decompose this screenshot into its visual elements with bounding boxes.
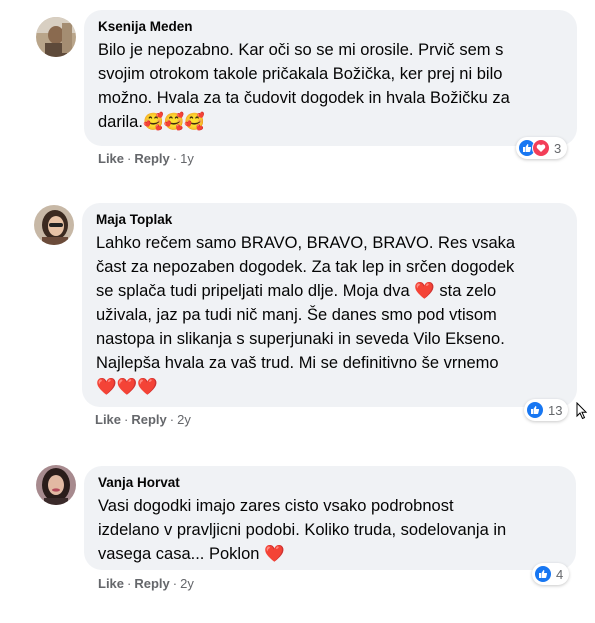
reply-button[interactable]: Reply xyxy=(134,151,169,166)
timestamp[interactable]: 1y xyxy=(180,151,194,166)
like-button[interactable]: Like xyxy=(98,151,124,166)
separator: · xyxy=(172,576,178,591)
love-icon xyxy=(532,139,550,157)
avatar[interactable] xyxy=(34,205,74,245)
reaction-count: 4 xyxy=(556,566,564,582)
reaction-count: 3 xyxy=(554,140,562,156)
mouse-cursor-icon xyxy=(576,401,588,425)
reaction-count: 13 xyxy=(548,402,563,418)
comment-author[interactable]: Maja Toplak xyxy=(96,211,563,229)
avatar[interactable] xyxy=(36,465,76,505)
like-button[interactable]: Like xyxy=(98,576,124,591)
timestamp[interactable]: 2y xyxy=(177,412,191,427)
reaction-summary[interactable]: 3 xyxy=(516,137,568,159)
comment-bubble: Ksenija Meden Bilo je nepozabno. Kar oči… xyxy=(84,10,577,146)
comment-author[interactable]: Ksenija Meden xyxy=(98,18,563,36)
separator: · xyxy=(124,412,129,427)
comment-text: Vasi dogodki imajo zares cisto vsako pod… xyxy=(98,497,507,563)
comment-author[interactable]: Vanja Horvat xyxy=(98,474,562,492)
separator: · xyxy=(169,412,175,427)
reply-button[interactable]: Reply xyxy=(134,576,169,591)
comment-bubble: Maja Toplak Lahko rečem samo BRAVO, BRAV… xyxy=(82,203,577,407)
reaction-summary[interactable]: 4 xyxy=(532,563,570,585)
comment-bubble: Vanja Horvat Vasi dogodki imajo zares ci… xyxy=(84,466,576,570)
comment-actions: Like · Reply · 2y xyxy=(98,576,194,592)
reaction-summary[interactable]: 13 xyxy=(524,399,569,421)
comment-actions: Like · Reply · 2y xyxy=(95,412,191,428)
separator: · xyxy=(127,576,132,591)
reply-button[interactable]: Reply xyxy=(131,412,166,427)
like-button[interactable]: Like xyxy=(95,412,121,427)
separator: · xyxy=(172,151,178,166)
comment-actions: Like · Reply · 1y xyxy=(98,151,194,167)
separator: · xyxy=(127,151,132,166)
comment-text: Bilo je nepozabno. Kar oči so se mi oros… xyxy=(98,41,510,131)
timestamp[interactable]: 2y xyxy=(180,576,194,591)
like-icon xyxy=(526,401,544,419)
avatar[interactable] xyxy=(36,17,76,57)
comment-text: Lahko rečem samo BRAVO, BRAVO, BRAVO. Re… xyxy=(96,234,516,396)
like-icon xyxy=(534,565,552,583)
